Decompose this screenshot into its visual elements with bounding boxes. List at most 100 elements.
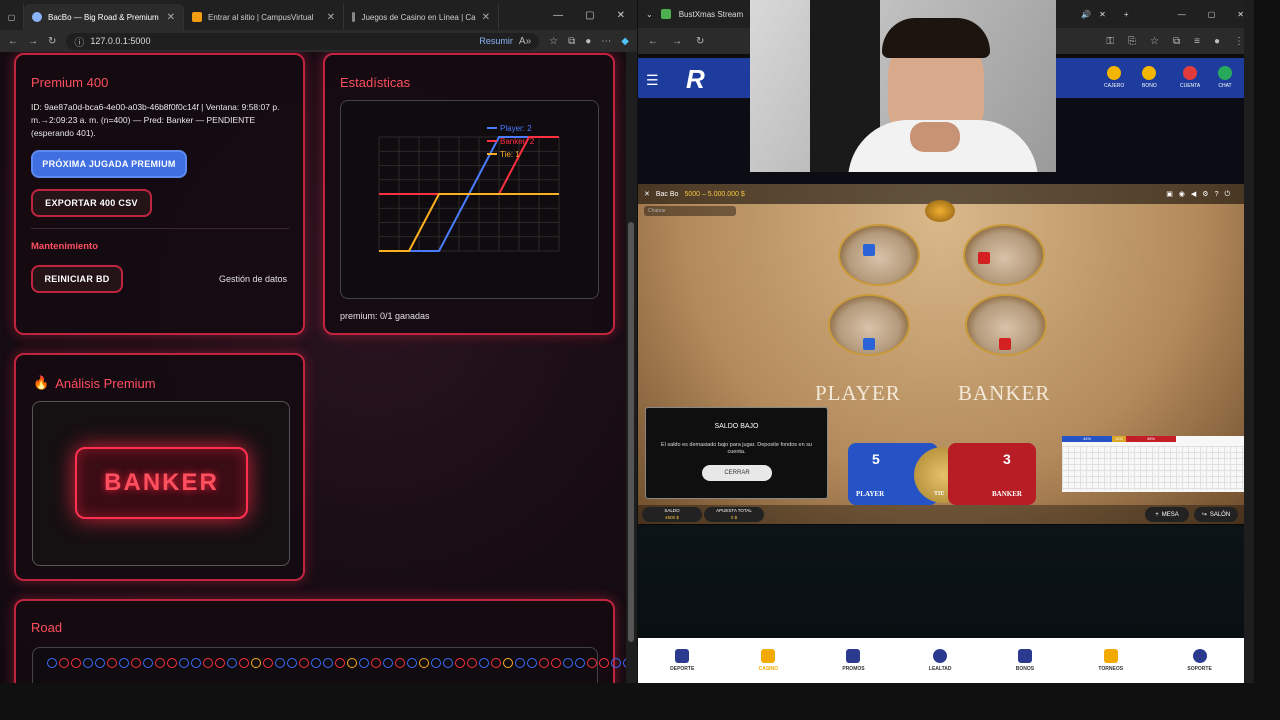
- reload-icon[interactable]: ↻: [48, 36, 56, 47]
- salon-button[interactable]: ↪ SALÓN: [1194, 507, 1238, 522]
- resumir-button[interactable]: Resumir: [479, 36, 513, 46]
- more-icon[interactable]: ⋯: [601, 36, 611, 47]
- close-icon[interactable]: ✕: [167, 12, 175, 23]
- deporte-icon: [675, 649, 690, 663]
- chat-input[interactable]: Chatear: [644, 206, 736, 216]
- footer-soporte[interactable]: SOPORTE: [1187, 649, 1212, 672]
- tab-casino[interactable]: Juegos de Casino en Línea | Ca ✕: [344, 4, 499, 30]
- close-window-icon[interactable]: ✕: [1237, 10, 1244, 19]
- footer-bonos[interactable]: BONOS: [1016, 649, 1034, 672]
- copilot-icon[interactable]: ◆: [621, 36, 629, 47]
- road-bead: [59, 658, 69, 668]
- new-tab-icon[interactable]: +: [1124, 10, 1129, 19]
- more-icon[interactable]: ⋮: [1234, 36, 1244, 47]
- analysis-title: Análisis Premium: [55, 375, 156, 391]
- banker-bowl-2: [965, 294, 1047, 356]
- maintenance-title: Mantenimiento: [31, 241, 99, 252]
- nav-bono[interactable]: BONO: [1142, 66, 1157, 89]
- account-icon: [1183, 66, 1198, 80]
- extensions-icon[interactable]: ⧉: [568, 36, 575, 47]
- export-csv-button[interactable]: EXPORTAR 400 CSV: [31, 189, 152, 217]
- mute-icon[interactable]: 🔊: [1081, 10, 1091, 19]
- road-bead: [263, 658, 273, 668]
- shaker-icon: [925, 200, 955, 222]
- maximize-icon[interactable]: ▢: [1208, 10, 1216, 19]
- right-scrollbar[interactable]: [1244, 0, 1254, 683]
- nav-chat[interactable]: CHAT: [1218, 66, 1232, 89]
- nav-cuenta[interactable]: CUENTA: [1180, 66, 1200, 89]
- minimize-icon[interactable]: —: [1178, 10, 1186, 19]
- maximize-icon[interactable]: ▢: [585, 10, 594, 21]
- saldo-value: 4500 $: [665, 515, 679, 520]
- url-field[interactable]: ⓘ 127.0.0.1:5000 Resumir A»: [66, 32, 540, 50]
- favorite-icon[interactable]: ☆: [1150, 36, 1159, 47]
- footer-deporte[interactable]: DEPORTE: [670, 649, 694, 672]
- premium-title: Premium 400: [31, 75, 109, 90]
- tab-actions-icon[interactable]: ▢: [0, 4, 24, 30]
- install-icon[interactable]: ⎘: [1128, 36, 1136, 47]
- chat-icon: [1218, 66, 1232, 80]
- tab-campus[interactable]: Entrar al sitio | CampusVirtual ✕: [184, 4, 344, 30]
- prediction-panel: BANKER: [32, 401, 290, 566]
- divider: [31, 228, 289, 229]
- key-icon[interactable]: ⚿: [1106, 36, 1114, 47]
- footer-torneos[interactable]: TORNEOS: [1098, 649, 1123, 672]
- minimize-icon[interactable]: —: [553, 10, 563, 21]
- tab-bacbo[interactable]: BacBo — Big Road & Premium ✕: [24, 4, 184, 30]
- window-controls: — ▢ ✕: [1178, 10, 1244, 19]
- stats-line-chart: Player: 2 Banker: 2 Tie: 1: [378, 124, 560, 252]
- forward-icon[interactable]: →: [28, 36, 38, 47]
- road-bead: [71, 658, 81, 668]
- game-controls-icons[interactable]: ▣◉◀⚙?⏻: [1166, 190, 1236, 199]
- media-icon[interactable]: ≡: [1194, 36, 1200, 47]
- footer-lealtad[interactable]: LEALTAD: [929, 649, 951, 672]
- scoreboard-grid: [1062, 446, 1244, 490]
- stream-icon: [660, 9, 671, 19]
- gift-icon: [1017, 649, 1032, 663]
- close-window-icon[interactable]: ✕: [617, 10, 625, 21]
- plus-icon: +: [1155, 511, 1159, 518]
- brand-logo[interactable]: R: [686, 64, 705, 95]
- reload-icon[interactable]: ↻: [696, 36, 704, 47]
- road-bead: [347, 658, 357, 668]
- close-icon[interactable]: ✕: [482, 12, 490, 23]
- favorite-icon[interactable]: ☆: [549, 36, 558, 47]
- mesa-button[interactable]: + MESA: [1145, 507, 1189, 522]
- exit-icon: ↪: [1201, 512, 1207, 518]
- road-bead: [587, 658, 597, 668]
- footer-promos[interactable]: PROMOS: [842, 649, 865, 672]
- reset-db-button[interactable]: REINICIAR BD: [31, 265, 123, 293]
- next-premium-button[interactable]: PRÓXIMA JUGADA PREMIUM: [31, 150, 187, 178]
- close-icon[interactable]: ✕: [1099, 10, 1106, 19]
- road-bead: [455, 658, 465, 668]
- right-tab-title[interactable]: BustXmas Stream: [679, 10, 743, 19]
- tab-actions-icon[interactable]: ⌄: [646, 10, 653, 19]
- read-aloud-icon[interactable]: A»: [519, 36, 531, 47]
- hamburger-icon[interactable]: ☰: [646, 72, 659, 89]
- info-icon[interactable]: ⓘ: [74, 34, 84, 49]
- profile-icon[interactable]: ●: [585, 36, 591, 47]
- scroll-thumb[interactable]: [628, 222, 634, 642]
- extensions-icon[interactable]: ⧉: [1173, 36, 1180, 47]
- close-icon[interactable]: ✕: [327, 12, 335, 23]
- back-icon[interactable]: ←: [648, 36, 658, 47]
- legend-label-1: Banker: 2: [500, 137, 535, 146]
- banker-bet-label: BANKER: [992, 490, 1022, 498]
- fire-icon: 🔥: [33, 375, 50, 390]
- nav-cajero[interactable]: CAJERO: [1104, 66, 1124, 89]
- road-title: Road: [31, 620, 63, 635]
- page-scrollbar[interactable]: [626, 52, 637, 683]
- close-modal-button[interactable]: CERRAR: [702, 465, 772, 481]
- footer-casino[interactable]: CASINO: [759, 649, 778, 672]
- back-icon[interactable]: ←: [8, 36, 18, 47]
- close-game-icon[interactable]: ✕: [644, 190, 650, 198]
- stats-red: 45%: [1126, 436, 1176, 442]
- forward-icon[interactable]: →: [672, 36, 682, 47]
- apuesta-label: APUESTA TOTAL: [716, 508, 752, 513]
- stats-footer: premium: 0/1 ganadas: [340, 311, 430, 321]
- profile-icon[interactable]: ●: [1214, 36, 1220, 47]
- globe-icon: [32, 12, 42, 22]
- right-browser-window: ⌄ BustXmas Stream 🔊 ✕ + — ▢ ✕ ← → ↻ ⚿ ⎘ …: [638, 0, 1254, 683]
- prediction-badge: BANKER: [75, 447, 248, 519]
- banker-bet-spot[interactable]: 3 BANKER: [948, 443, 1036, 505]
